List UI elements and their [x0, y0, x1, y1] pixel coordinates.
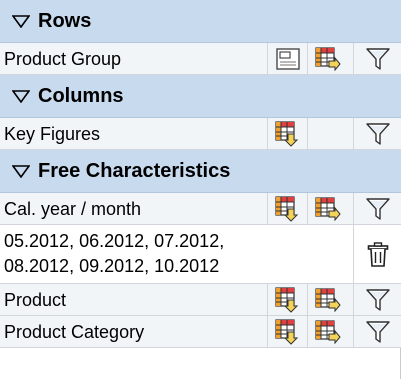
triangle-down-icon — [12, 15, 30, 28]
swap-to-rows-icon — [274, 319, 298, 345]
swap-to-rows-button[interactable] — [267, 316, 307, 348]
free-item-cal-year-month: Cal. year / month — [0, 193, 401, 225]
remove-filter-button[interactable] — [353, 225, 401, 284]
swap-to-columns-button[interactable] — [307, 316, 347, 348]
filter-values-text: 05.2012, 06.2012, 07.2012, 08.2012, 09.2… — [4, 229, 344, 279]
columns-section-header[interactable]: Columns — [0, 75, 401, 118]
rows-section-title: Rows — [38, 9, 92, 32]
hierarchy-button[interactable] — [267, 43, 307, 75]
free-item-label: Product — [4, 290, 67, 310]
swap-to-columns-icon — [314, 197, 341, 221]
swap-to-columns-button[interactable] — [307, 284, 347, 316]
filter-button[interactable] — [353, 43, 401, 75]
triangle-down-icon — [12, 165, 30, 178]
free-characteristics-section-header[interactable]: Free Characteristics — [0, 150, 401, 193]
free-item-product: Product — [0, 284, 401, 316]
swap-to-columns-button[interactable] — [307, 43, 347, 75]
filter-values-line-1: 05.2012, 06.2012, 07.2012, — [4, 231, 225, 251]
rows-section-header[interactable]: Rows — [0, 0, 401, 43]
swap-to-columns-icon — [314, 288, 341, 312]
filter-values-line-2: 08.2012, 09.2012, 10.2012 — [4, 256, 220, 276]
free-item-product-category: Product Category — [0, 316, 401, 348]
column-item-label: Key Figures — [4, 124, 101, 144]
filter-icon — [365, 289, 390, 311]
filter-icon — [365, 48, 390, 70]
columns-section-title: Columns — [38, 84, 124, 107]
free-characteristics-section-title: Free Characteristics — [38, 159, 231, 182]
filter-button[interactable] — [353, 193, 401, 225]
free-item-label: Cal. year / month — [4, 199, 142, 219]
filter-icon — [365, 321, 390, 343]
filter-icon — [365, 123, 390, 145]
triangle-down-icon — [12, 90, 30, 103]
swap-to-columns-button[interactable] — [307, 193, 347, 225]
row-item-product-group: Product Group — [0, 43, 401, 75]
navigation-panel: Rows Product Group Columns Key Figures F… — [0, 0, 401, 379]
swap-to-rows-icon — [274, 287, 298, 313]
swap-to-columns-icon — [314, 47, 341, 71]
filter-button[interactable] — [353, 284, 401, 316]
free-item-label: Product Category — [4, 322, 145, 342]
column-item-key-figures: Key Figures — [0, 118, 401, 150]
filter-button[interactable] — [353, 118, 401, 150]
filter-values-row: 05.2012, 06.2012, 07.2012, 08.2012, 09.2… — [0, 225, 401, 284]
swap-to-rows-button[interactable] — [267, 118, 307, 150]
swap-to-rows-icon — [274, 196, 298, 222]
row-item-label: Product Group — [4, 49, 122, 69]
swap-to-rows-button[interactable] — [267, 284, 307, 316]
filter-icon — [365, 198, 390, 220]
swap-to-rows-icon — [274, 121, 298, 147]
swap-to-columns-icon — [314, 320, 341, 344]
filter-button[interactable] — [353, 316, 401, 348]
hierarchy-icon — [275, 48, 300, 70]
empty-cell — [307, 118, 347, 150]
trash-icon — [367, 241, 388, 267]
swap-to-rows-button[interactable] — [267, 193, 307, 225]
